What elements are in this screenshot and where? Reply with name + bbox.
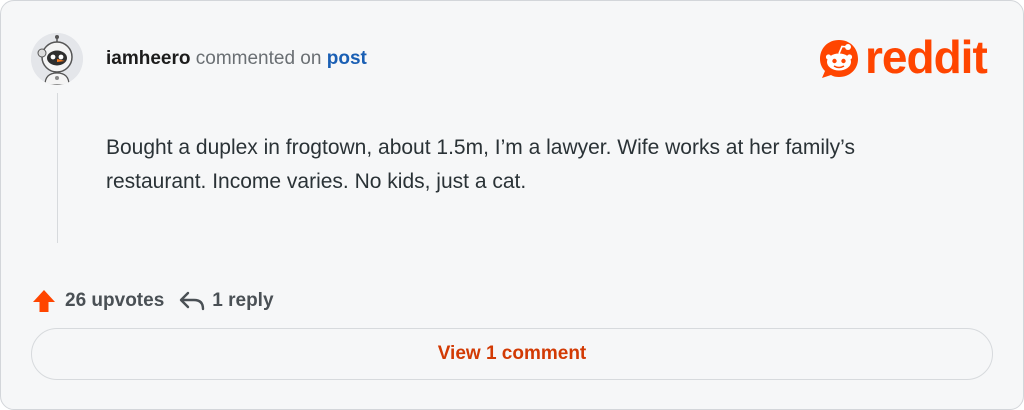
reddit-logo[interactable]: reddit [817, 31, 997, 83]
comment-header: iamheero commented on post [106, 47, 367, 71]
reddit-snoo-icon [820, 40, 858, 78]
comment-actions: 26 upvotes 1 reply [31, 287, 274, 315]
reply-count[interactable]: 1 reply [212, 290, 273, 312]
comment-card: iamheero commented on post reddit Bought… [0, 0, 1024, 410]
thread-line [57, 93, 58, 243]
upvote-icon[interactable] [31, 288, 57, 314]
action-text: commented on [195, 48, 322, 69]
post-link[interactable]: post [327, 48, 367, 69]
username[interactable]: iamheero [106, 48, 190, 69]
comment-body: Bought a duplex in frogtown, about 1.5m,… [106, 136, 855, 193]
avatar[interactable] [31, 33, 83, 85]
view-comments-button[interactable]: View 1 comment [31, 328, 993, 380]
logo-text: reddit [865, 31, 988, 83]
upvote-count: 26 upvotes [65, 290, 165, 311]
reply-icon[interactable] [178, 290, 206, 312]
view-comments-label: View 1 comment [437, 343, 587, 364]
